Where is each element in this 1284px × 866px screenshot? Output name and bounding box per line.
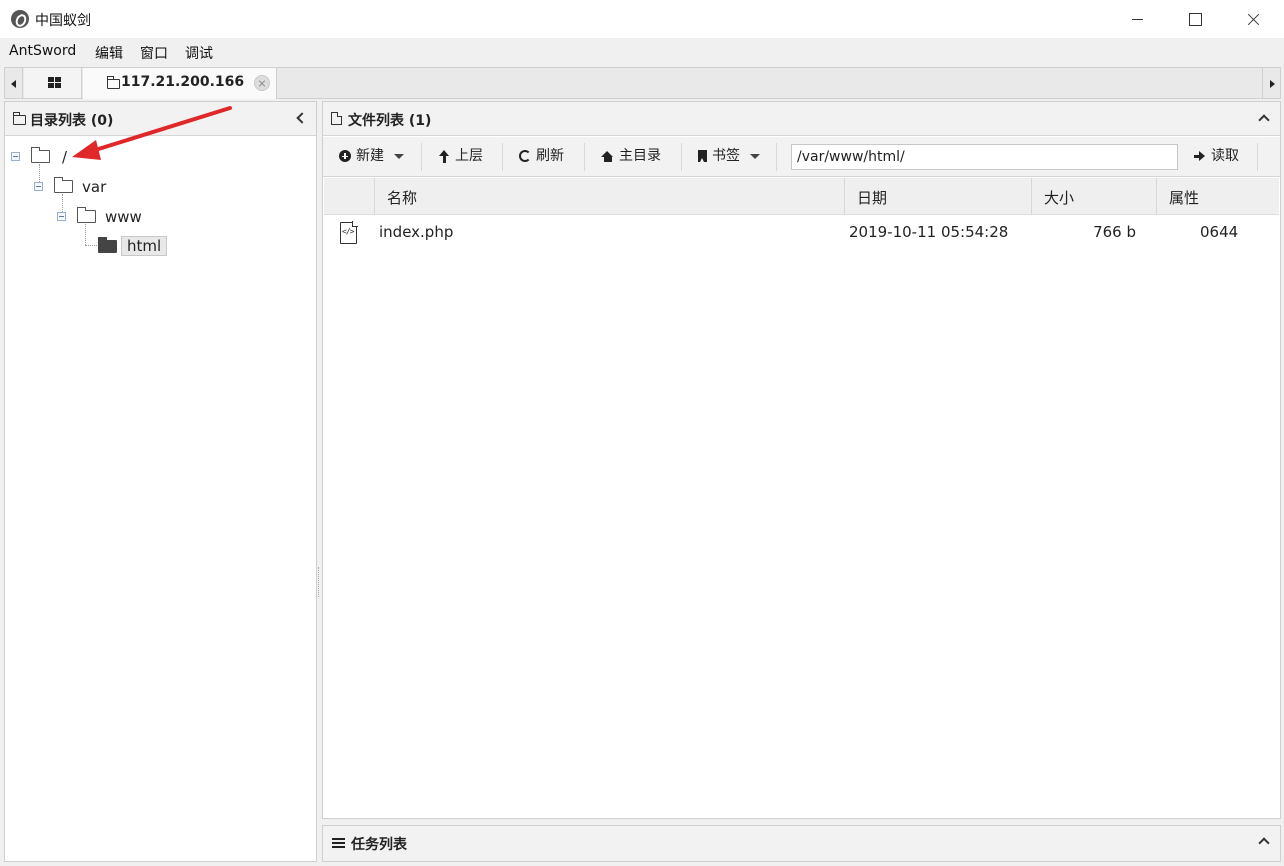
refresh-button-label: 刷新 <box>536 148 564 164</box>
read-button-label: 读取 <box>1211 148 1239 164</box>
column-attr[interactable]: 属性 <box>1156 178 1279 215</box>
tree-node-label: www <box>105 208 142 226</box>
splitter-grip-icon <box>318 567 320 597</box>
code-file-icon <box>340 221 358 244</box>
new-button-label: 新建 <box>356 148 384 164</box>
file-panel-header: 文件列表 (1) <box>323 102 1280 136</box>
minimize-button[interactable] <box>1108 0 1166 38</box>
column-name[interactable]: 名称 <box>374 178 844 215</box>
window-title: 中国蚁剑 <box>35 13 91 29</box>
maximize-button[interactable] <box>1166 0 1224 38</box>
file-panel-title: 文件列表 (1) <box>348 113 432 129</box>
tree-connector <box>85 245 97 246</box>
menu-edit[interactable]: 编辑 <box>95 43 123 63</box>
column-date[interactable]: 日期 <box>844 178 1031 215</box>
up-button-label: 上层 <box>455 148 483 164</box>
file-attr: 0644 <box>1200 223 1239 241</box>
tab-close-icon[interactable] <box>254 75 270 91</box>
tree-node-html[interactable]: html <box>98 236 178 256</box>
tree-node-label: var <box>82 178 107 196</box>
folder-icon <box>31 147 50 163</box>
file-toolbar: 新建 上层 刷新 主目录 书签 读取 <box>323 137 1280 177</box>
tab-scroll-right-button[interactable] <box>1262 68 1280 98</box>
file-size: 766 b <box>1093 223 1136 241</box>
close-button[interactable] <box>1224 0 1282 38</box>
expand-panel-icon[interactable] <box>1258 837 1270 849</box>
file-icon <box>331 112 342 125</box>
caret-down-icon <box>750 153 760 159</box>
chevron-right-icon <box>1270 80 1275 88</box>
path-input[interactable] <box>791 144 1178 170</box>
directory-panel: 目录列表 (0) / var www html <box>4 101 317 862</box>
folder-icon <box>77 207 96 223</box>
refresh-icon <box>519 150 531 162</box>
file-panel: 文件列表 (1) 新建 上层 刷新 主目录 书签 读取 名称 日期 <box>322 101 1281 819</box>
tree-node-www[interactable]: www <box>57 207 157 227</box>
caret-down-icon <box>394 153 404 159</box>
tab-shell-117-21-200-166[interactable]: 117.21.200.166 <box>83 68 277 99</box>
directory-panel-title: 目录列表 (0) <box>30 113 114 129</box>
bookmark-button[interactable]: 书签 <box>698 145 760 169</box>
home-dir-button-label: 主目录 <box>619 148 661 164</box>
menu-debug[interactable]: 调试 <box>185 43 213 63</box>
title-bar: 中国蚁剑 <box>0 0 1284 38</box>
up-button[interactable]: 上层 <box>438 145 483 169</box>
file-row[interactable]: index.php 2019-10-11 05:54:28 766 b 0644 <box>324 215 1279 249</box>
tree-node-label: / <box>62 148 68 166</box>
folder-icon <box>54 177 73 193</box>
tab-home[interactable] <box>24 68 82 98</box>
home-icon <box>601 150 614 162</box>
home-dir-button[interactable]: 主目录 <box>601 145 661 169</box>
folder-icon <box>107 76 120 89</box>
arrow-right-icon <box>1194 150 1206 162</box>
bookmark-button-label: 书签 <box>712 148 740 164</box>
tree-node-label: html <box>121 236 168 256</box>
toolbar-divider <box>584 143 585 171</box>
file-name: index.php <box>379 223 454 241</box>
toolbar-divider <box>1257 143 1258 171</box>
tree-connector <box>85 224 86 245</box>
tab-label: 117.21.200.166 <box>121 74 245 90</box>
antsword-logo-icon <box>11 10 29 28</box>
menu-antsword[interactable]: AntSword <box>9 43 76 59</box>
menu-window[interactable]: 窗口 <box>140 43 168 63</box>
task-panel: 任务列表 <box>322 825 1281 862</box>
tasks-icon <box>332 838 345 849</box>
collapse-panel-icon[interactable] <box>296 112 308 124</box>
collapse-toggle-icon[interactable] <box>11 152 20 161</box>
folder-icon <box>13 112 26 125</box>
menu-bar: AntSword 编辑 窗口 调试 <box>0 38 1284 65</box>
tab-bar: 117.21.200.166 <box>4 67 1281 99</box>
plus-circle-icon <box>339 150 351 162</box>
collapse-toggle-icon[interactable] <box>34 182 43 191</box>
new-button[interactable]: 新建 <box>339 145 404 169</box>
folder-filled-icon <box>98 237 117 253</box>
column-icon <box>324 178 374 215</box>
task-panel-title: 任务列表 <box>351 837 407 853</box>
file-date: 2019-10-11 05:54:28 <box>849 223 1009 241</box>
read-button[interactable]: 读取 <box>1194 145 1239 169</box>
collapse-panel-icon[interactable] <box>1258 114 1270 126</box>
file-grid-header: 名称 日期 大小 属性 <box>324 178 1279 215</box>
collapse-toggle-icon[interactable] <box>57 212 66 221</box>
tree-node-var[interactable]: var <box>34 177 124 197</box>
bookmark-icon <box>698 150 707 162</box>
arrow-up-icon <box>438 149 450 163</box>
refresh-button[interactable]: 刷新 <box>519 145 564 169</box>
toolbar-divider <box>776 143 777 171</box>
toolbar-divider <box>502 143 503 171</box>
toolbar-divider <box>681 143 682 171</box>
column-size[interactable]: 大小 <box>1031 178 1156 215</box>
directory-panel-header: 目录列表 (0) <box>5 102 316 136</box>
tab-scroll-left-button[interactable] <box>5 68 23 98</box>
chevron-left-icon <box>11 80 16 88</box>
toolbar-divider <box>421 143 422 171</box>
tree-node-root[interactable]: / <box>11 147 91 167</box>
